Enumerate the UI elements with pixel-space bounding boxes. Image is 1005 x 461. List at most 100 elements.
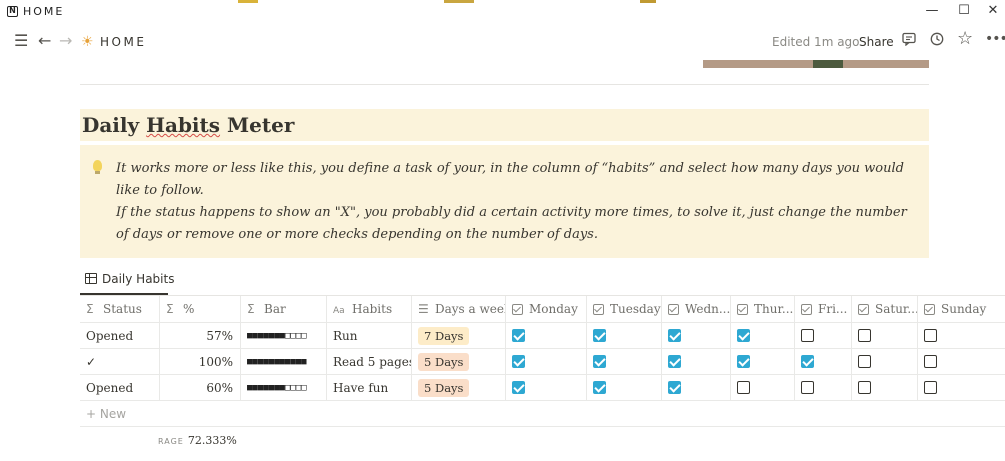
thursday-cell[interactable] bbox=[731, 375, 795, 400]
checkbox-checked[interactable] bbox=[737, 355, 750, 368]
checkbox-checked[interactable] bbox=[737, 329, 750, 342]
checkbox-checked[interactable] bbox=[668, 381, 681, 394]
column-header-friday[interactable]: Fri... bbox=[795, 296, 852, 322]
monday-cell[interactable] bbox=[506, 349, 587, 374]
bar-cell[interactable]: ■■■■■■■■■■■ bbox=[241, 349, 327, 374]
column-header-status[interactable]: Σ Status bbox=[80, 296, 160, 322]
bar-cell[interactable]: ■■■■■■■□□□□ bbox=[241, 375, 327, 400]
sunday-cell[interactable] bbox=[918, 323, 1005, 348]
sun-icon: ☀ bbox=[81, 34, 94, 50]
tuesday-cell[interactable] bbox=[587, 349, 662, 374]
checkbox-checked[interactable] bbox=[512, 381, 525, 394]
days-cell[interactable]: 5 Days bbox=[412, 349, 506, 374]
saturday-cell[interactable] bbox=[852, 375, 918, 400]
column-header-monday[interactable]: Monday bbox=[506, 296, 587, 322]
saturday-cell[interactable] bbox=[852, 323, 918, 348]
monday-cell[interactable] bbox=[506, 375, 587, 400]
status-cell[interactable]: ✓ bbox=[80, 349, 160, 374]
column-header-sunday[interactable]: Sunday bbox=[918, 296, 1005, 322]
monday-cell[interactable] bbox=[506, 323, 587, 348]
sunday-cell[interactable] bbox=[918, 349, 1005, 374]
checkbox-checked[interactable] bbox=[593, 381, 606, 394]
days-tag: 5 Days bbox=[418, 379, 470, 397]
percent-cell[interactable]: 57% bbox=[160, 323, 241, 348]
minimize-icon[interactable]: — bbox=[922, 3, 942, 21]
history-clock-icon[interactable] bbox=[930, 32, 944, 50]
checkbox-unchecked[interactable] bbox=[801, 329, 814, 342]
checkbox-unchecked[interactable] bbox=[858, 381, 871, 394]
column-header-wednesday[interactable]: Wedn... bbox=[662, 296, 731, 322]
checkbox-unchecked[interactable] bbox=[737, 381, 750, 394]
new-row-button[interactable]: + New bbox=[80, 401, 1005, 427]
checkbox-unchecked[interactable] bbox=[858, 355, 871, 368]
maximize-icon[interactable]: ☐ bbox=[954, 3, 974, 21]
checkbox-checked[interactable] bbox=[593, 329, 606, 342]
checkbox-unchecked[interactable] bbox=[801, 381, 814, 394]
cover-image bbox=[703, 60, 929, 68]
share-button[interactable]: Share bbox=[859, 35, 894, 49]
view-tab-daily-habits[interactable]: Daily Habits bbox=[80, 269, 174, 295]
comments-icon[interactable] bbox=[902, 32, 916, 50]
tuesday-cell[interactable] bbox=[587, 375, 662, 400]
column-header-saturday[interactable]: Satur... bbox=[852, 296, 918, 322]
thursday-cell[interactable] bbox=[731, 349, 795, 374]
column-header-thursday[interactable]: Thur... bbox=[731, 296, 795, 322]
checkbox-checked[interactable] bbox=[593, 355, 606, 368]
percent-cell[interactable]: 100% bbox=[160, 349, 241, 374]
status-cell[interactable]: Opened bbox=[80, 323, 160, 348]
formula-sigma-icon: Σ bbox=[166, 302, 174, 316]
habit-cell[interactable]: Read 5 pages bbox=[327, 349, 412, 374]
checkbox-property-icon bbox=[801, 304, 812, 315]
table-row[interactable]: Opened 60% ■■■■■■■□□□□ Have fun 5 Days bbox=[80, 375, 1005, 401]
wednesday-cell[interactable] bbox=[662, 349, 731, 374]
checkbox-checked[interactable] bbox=[512, 329, 525, 342]
friday-cell[interactable] bbox=[795, 375, 852, 400]
friday-cell[interactable] bbox=[795, 323, 852, 348]
more-options-icon[interactable]: ••• bbox=[985, 30, 1005, 48]
percent-cell[interactable]: 60% bbox=[160, 375, 241, 400]
table-row[interactable]: ✓ 100% ■■■■■■■■■■■ Read 5 pages 5 Days bbox=[80, 349, 1005, 375]
saturday-cell[interactable] bbox=[852, 349, 918, 374]
tuesday-cell[interactable] bbox=[587, 323, 662, 348]
checkbox-property-icon bbox=[737, 304, 748, 315]
breadcrumb-page-title[interactable]: HOME bbox=[100, 35, 146, 49]
favorite-star-icon[interactable]: ☆ bbox=[957, 30, 973, 48]
forward-arrow-icon[interactable]: → bbox=[59, 32, 72, 50]
checkbox-unchecked[interactable] bbox=[924, 329, 937, 342]
column-header-tuesday[interactable]: Tuesday bbox=[587, 296, 662, 322]
divider bbox=[80, 84, 929, 85]
checkbox-checked[interactable] bbox=[668, 355, 681, 368]
close-icon[interactable]: ✕ bbox=[983, 3, 1003, 21]
back-arrow-icon[interactable]: ← bbox=[38, 32, 51, 50]
column-header-days-a-week[interactable]: ☰ Days a week bbox=[412, 296, 506, 322]
thursday-cell[interactable] bbox=[731, 323, 795, 348]
days-cell[interactable]: 7 Days bbox=[412, 323, 506, 348]
days-cell[interactable]: 5 Days bbox=[412, 375, 506, 400]
habit-cell[interactable]: Run bbox=[327, 323, 412, 348]
checkbox-unchecked[interactable] bbox=[924, 381, 937, 394]
status-cell[interactable]: Opened bbox=[80, 375, 160, 400]
column-header-habits[interactable]: Aa Habits bbox=[327, 296, 412, 322]
checkbox-checked[interactable] bbox=[512, 355, 525, 368]
checkbox-checked[interactable] bbox=[668, 329, 681, 342]
habit-cell[interactable]: Have fun bbox=[327, 375, 412, 400]
checkbox-unchecked[interactable] bbox=[924, 355, 937, 368]
view-tab-label: Daily Habits bbox=[102, 272, 175, 286]
column-header-bar[interactable]: Σ Bar bbox=[241, 296, 327, 322]
wallpaper-strip bbox=[238, 0, 258, 3]
menu-icon[interactable]: ☰ bbox=[14, 32, 28, 50]
wallpaper-strip bbox=[444, 0, 474, 3]
habits-table: Σ Status Σ% Σ Bar Aa Habits ☰ Days a week Mo… bbox=[80, 296, 1005, 427]
average-calculation[interactable]: RAGE 72.333% bbox=[158, 434, 237, 447]
sunday-cell[interactable] bbox=[918, 375, 1005, 400]
checkbox-checked[interactable] bbox=[801, 355, 814, 368]
callout-paragraph-2: If the status happens to show an "X", yo… bbox=[116, 205, 907, 242]
wednesday-cell[interactable] bbox=[662, 323, 731, 348]
column-header-percent[interactable]: Σ% bbox=[160, 296, 241, 322]
checkbox-unchecked[interactable] bbox=[858, 329, 871, 342]
friday-cell[interactable] bbox=[795, 349, 852, 374]
bar-cell[interactable]: ■■■■■■■□□□□ bbox=[241, 323, 327, 348]
wednesday-cell[interactable] bbox=[662, 375, 731, 400]
table-row[interactable]: Opened 57% ■■■■■■■□□□□ Run 7 Days bbox=[80, 323, 1005, 349]
callout-paragraph-1: It works more or less like this, you def… bbox=[116, 161, 904, 198]
